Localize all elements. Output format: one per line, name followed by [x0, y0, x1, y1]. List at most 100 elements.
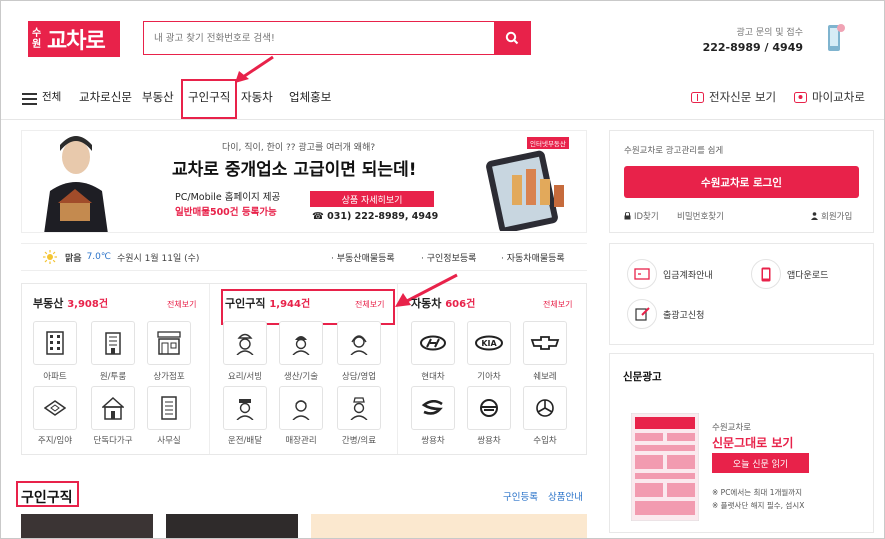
link-register-realestate-label: 부동산매물등록 — [336, 254, 395, 264]
tile-store[interactable] — [147, 321, 191, 365]
worker-icon — [292, 336, 310, 355]
nav-realestate[interactable]: 부동산 — [142, 89, 174, 105]
login-prompt: 수원교차로 광고관리를 쉽게 — [624, 146, 724, 156]
tile-apartment[interactable] — [33, 321, 77, 365]
logo-small-text: 수원 — [32, 28, 42, 50]
link-register-jobs[interactable]: · 구인정보등록 — [421, 251, 476, 264]
tile-driver[interactable] — [223, 386, 267, 430]
kia-logo-icon: KIA — [475, 335, 503, 351]
account-icon — [627, 259, 657, 289]
tile-hyundai[interactable] — [411, 321, 455, 365]
house-icon — [102, 396, 124, 420]
tile-store-label: 상가점포 — [153, 372, 185, 382]
tile-import-label: 수입차 — [533, 436, 557, 446]
land-icon — [44, 400, 66, 416]
search-input[interactable] — [144, 22, 494, 54]
tile-ssangyong-b[interactable] — [467, 386, 511, 430]
tile-import[interactable] — [523, 386, 567, 430]
link-register-cars[interactable]: · 자동차매물등록 — [501, 251, 565, 264]
nav-cars[interactable]: 자동차 — [241, 89, 273, 105]
cat-realestate-title: 부동산 — [33, 297, 64, 310]
cat-cars-count: 606건 — [445, 299, 476, 310]
mercedes-logo-icon — [536, 399, 554, 417]
chevrolet-logo-icon — [530, 336, 560, 350]
find-id-label: ID찾기 — [634, 212, 659, 222]
svg-text:KIA: KIA — [481, 339, 497, 348]
login-button[interactable]: 수원교차로 로그인 — [624, 166, 859, 198]
service-ad-request[interactable]: 출광고신청 — [627, 299, 704, 329]
nav-newspaper[interactable]: 교차로신문 — [79, 89, 132, 105]
tile-house[interactable] — [91, 386, 135, 430]
read-today-button[interactable]: 오늘 신문 읽기 — [712, 453, 809, 473]
cat-cars-head: 자동차 606건 — [411, 295, 475, 311]
banner-cta-button[interactable]: 상품 자세히보기 — [310, 191, 434, 207]
nav-my-link[interactable]: 마이교차로 — [794, 89, 865, 105]
link-register-realestate[interactable]: · 부동산매물등록 — [331, 251, 395, 264]
cat-cars-more[interactable]: 전체보기 — [543, 299, 572, 310]
chef-icon — [236, 333, 254, 355]
tile-kia[interactable]: KIA — [467, 321, 511, 365]
tile-consult-label: 상담/영업 — [341, 372, 377, 382]
search-button[interactable] — [494, 22, 530, 54]
tile-oneroom-label: 원/투룸 — [99, 372, 127, 382]
cat-realestate-more[interactable]: 전체보기 — [167, 299, 196, 310]
menu-icon[interactable] — [22, 93, 37, 108]
search-icon — [505, 31, 519, 45]
phone-illustration-icon — [828, 24, 845, 51]
tile-office[interactable] — [147, 386, 191, 430]
pencil-icon — [627, 299, 657, 329]
join-link[interactable]: 회원가입 — [811, 210, 852, 222]
jobs-products-link[interactable]: 상품안내 — [548, 489, 583, 503]
sun-icon — [43, 250, 57, 264]
weather-temp: 7.0℃ — [86, 252, 111, 262]
newspaper-title: 신문그대로 보기 — [712, 436, 794, 450]
tile-apartment-label: 아파트 — [43, 372, 67, 382]
tile-land[interactable] — [33, 386, 77, 430]
tile-chevrolet[interactable] — [523, 321, 567, 365]
weather-status: 맑음 — [65, 253, 82, 264]
banner-phone: ☎ 031) 222-8989, 4949 — [312, 211, 439, 222]
tile-consult[interactable] — [337, 321, 381, 365]
lock-icon — [624, 212, 631, 220]
banner-tagline: 다이, 직이, 한이 ?? 광고를 여러개 왜해? — [222, 143, 376, 153]
highlight-jobs-section — [16, 481, 79, 507]
ad-contact-phone: 222-8989 / 4949 — [702, 41, 803, 54]
annotation-arrow-nav — [235, 55, 274, 83]
category-divider-1 — [209, 284, 210, 454]
tile-store-manager[interactable] — [279, 386, 323, 430]
tile-driver-label: 운전/배달 — [227, 436, 263, 446]
tile-cook[interactable] — [223, 321, 267, 365]
service-account[interactable]: 입금계좌안내 — [627, 259, 713, 289]
jobs-register-link[interactable]: 구인등록 — [503, 489, 538, 503]
nav-epaper-link[interactable]: 전자신문 보기 — [691, 89, 776, 105]
service-app[interactable]: 앱다운로드 — [751, 259, 828, 289]
find-id-link[interactable]: ID찾기 — [624, 210, 659, 222]
driver-icon — [236, 399, 254, 420]
ssangyong-logo-icon — [421, 400, 443, 415]
banner-line2: 일반매물500건 등록가능 — [175, 207, 277, 218]
banner-line1: PC/Mobile 홈페이지 제공 — [175, 192, 281, 203]
job-card-1-image[interactable] — [21, 514, 153, 538]
site-logo[interactable]: 수원 교차로 — [28, 21, 120, 57]
tile-cook-label: 요리/서빙 — [227, 372, 263, 382]
tile-nurse[interactable] — [337, 386, 381, 430]
cat-realestate-head: 부동산 3,908건 — [33, 295, 108, 311]
header-divider — [1, 119, 884, 120]
ad-banner[interactable]: 다이, 직이, 한이 ?? 광고를 여러개 왜해? 인터넷부동산 교차로 중개업… — [21, 130, 587, 233]
menu-all-label[interactable]: 전체 — [42, 89, 61, 104]
nav-my-label: 마이교차로 — [812, 90, 865, 104]
tile-oneroom[interactable] — [91, 321, 135, 365]
job-card-2-image[interactable] — [166, 514, 298, 538]
apartment-icon — [46, 331, 64, 355]
nav-business[interactable]: 업체홍보 — [289, 89, 331, 105]
tile-hyundai-label: 현대차 — [421, 372, 445, 382]
page-frame: 수원 교차로 광고 문의 및 접수 222-8989 / 4949 전체 교차로… — [0, 0, 885, 539]
find-pw-link[interactable]: 비밀번호찾기 — [677, 210, 724, 222]
job-card-3-image[interactable] — [311, 514, 587, 538]
tile-land-label: 주지/임야 — [37, 436, 73, 446]
newspaper-thumbnail-icon[interactable] — [631, 413, 699, 521]
tile-production[interactable] — [279, 321, 323, 365]
tile-ssangyong-a[interactable] — [411, 386, 455, 430]
user-badge-icon — [794, 91, 807, 103]
service-ad-request-label: 출광고신청 — [663, 310, 705, 321]
